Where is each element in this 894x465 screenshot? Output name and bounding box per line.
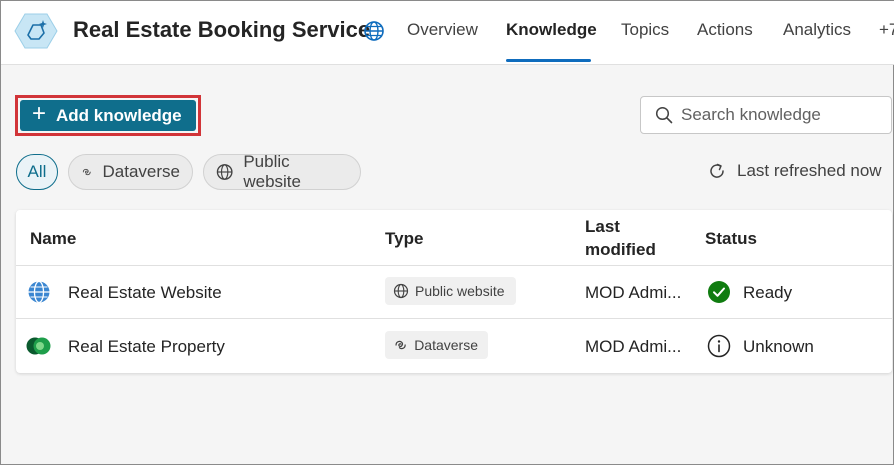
tab-more[interactable]: +7 [879, 20, 894, 40]
globe-icon [393, 283, 409, 299]
agent-avatar-icon [14, 13, 58, 49]
search-input[interactable] [681, 105, 881, 125]
agent-title: Real Estate Booking Service [73, 17, 371, 42]
type-badge: Public website [385, 277, 516, 305]
refresh-icon [710, 163, 724, 178]
plus-icon: + [32, 100, 47, 127]
column-header-type[interactable]: Type [385, 227, 423, 250]
tab-analytics[interactable]: Analytics [783, 20, 851, 40]
add-knowledge-button[interactable]: + Add knowledge [20, 100, 196, 131]
filter-chip-label: Public website [243, 152, 301, 191]
last-modified-value: MOD Admi... [585, 337, 682, 356]
filter-chip-label: Dataverse [102, 162, 180, 181]
search-icon [655, 106, 673, 124]
tab-overview[interactable]: Overview [407, 20, 478, 40]
last-modified-value: MOD Admi... [585, 283, 682, 302]
knowledge-table: Name Type Last modified Status Real Esta… [16, 210, 892, 373]
type-label: Dataverse [414, 337, 478, 353]
filter-chip-all[interactable]: All [16, 154, 58, 190]
add-knowledge-label: Add knowledge [56, 105, 182, 125]
refresh-label: Last refreshed now [737, 161, 882, 180]
dataverse-logo-icon [26, 337, 51, 355]
knowledge-name[interactable]: Real Estate Property [68, 337, 225, 357]
tab-topics[interactable]: Topics [621, 20, 669, 40]
globe-icon [28, 280, 50, 304]
search-box[interactable] [640, 96, 892, 134]
globe-icon[interactable] [363, 20, 385, 42]
dataverse-icon [82, 168, 91, 176]
status-text: Ready [743, 283, 793, 302]
divider [16, 265, 892, 266]
status-text: Unknown [743, 337, 814, 356]
column-header-name[interactable]: Name [30, 227, 76, 250]
knowledge-name[interactable]: Real Estate Website [68, 283, 222, 303]
active-tab-indicator [506, 59, 591, 62]
globe-icon [216, 164, 233, 180]
column-header-status[interactable]: Status [705, 227, 757, 250]
filter-chip-dataverse[interactable]: Dataverse [68, 154, 193, 190]
refresh-button[interactable]: Last refreshed now [707, 161, 882, 181]
dataverse-icon [395, 340, 406, 350]
tab-knowledge[interactable]: Knowledge [506, 20, 597, 40]
type-badge: Dataverse [385, 331, 488, 359]
divider [16, 318, 892, 319]
filter-chip-public-website[interactable]: Public website [203, 152, 361, 191]
filter-chip-label: All [27, 162, 47, 181]
column-header-last-modified[interactable]: Last modified [585, 215, 685, 261]
tab-actions[interactable]: Actions [697, 20, 753, 40]
top-bar: Real Estate Booking Service Overview Kno… [1, 1, 894, 65]
info-circle-icon [707, 334, 731, 358]
type-label: Public website [415, 283, 505, 299]
check-circle-icon [708, 281, 730, 303]
